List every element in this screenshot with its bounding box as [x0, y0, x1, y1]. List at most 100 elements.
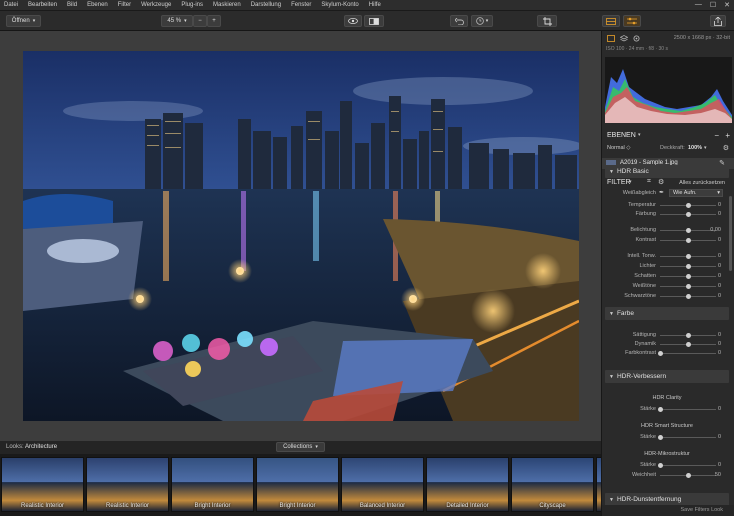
section-hdr-basic[interactable]: ▼ HDR Basic [605, 165, 729, 178]
slider-control[interactable]: Weichheit 50 [605, 471, 729, 480]
zoom-out-button[interactable]: − [193, 15, 207, 27]
slider-knob[interactable] [685, 473, 691, 478]
look-thumbnail[interactable]: Realistic Interior [1, 457, 84, 512]
minimize-button[interactable]: — [695, 1, 702, 9]
blend-mode-select[interactable]: Normal ◇ [607, 145, 631, 151]
slider-knob[interactable] [685, 203, 691, 208]
panel-scrollbar[interactable] [729, 196, 732, 271]
slider-knob[interactable] [685, 342, 691, 347]
hdr-smart-structure-title: HDR Smart Structure [641, 423, 693, 429]
slider-knob[interactable] [685, 274, 691, 279]
maximize-button[interactable]: ☐ [710, 1, 716, 9]
wb-select[interactable]: Wie Aufn. ▾ [669, 189, 723, 197]
filter-title[interactable]: FILTER [607, 179, 631, 186]
slider-control[interactable]: Weißtöne 0 [605, 282, 729, 291]
slider-knob[interactable] [685, 284, 691, 289]
slider-control[interactable]: Kontrast 0 [605, 236, 729, 245]
menu-item-6[interactable]: Plug-ins [181, 2, 203, 8]
slider-label: Intell. Tonw. [627, 253, 656, 259]
slider-knob[interactable] [657, 407, 663, 412]
zoom-in-button[interactable]: + [207, 15, 221, 27]
slider-knob[interactable] [685, 333, 691, 338]
menu-item-5[interactable]: Werkzeuge [141, 2, 171, 8]
slider-track[interactable] [660, 465, 716, 466]
look-thumbnail[interactable]: Bright Interior [171, 457, 254, 512]
chevron-down-icon: ▾ [485, 18, 489, 24]
reset-all-button[interactable]: Alles zurücksetzen [679, 180, 725, 186]
slider-control[interactable]: Schatten 0 [605, 272, 729, 281]
collections-button[interactable]: Collections ▾ [276, 442, 325, 452]
slider-control[interactable]: Belichtung 0,00 [605, 226, 729, 235]
look-thumbnail[interactable]: Realistic Interior [86, 457, 169, 512]
slider-knob[interactable] [657, 351, 663, 356]
preview-eye-button[interactable] [344, 15, 362, 27]
main-photo[interactable] [23, 51, 579, 421]
collapse-triangle-icon: ▼ [609, 168, 614, 175]
slider-value: 0 [717, 253, 721, 259]
open-button[interactable]: Öffnen ▾ [6, 15, 41, 27]
settings-icon[interactable] [633, 35, 640, 42]
slider-track[interactable] [660, 437, 716, 438]
menu-item-11[interactable]: Hilfe [369, 2, 381, 8]
save-filters-look-button[interactable]: Save Filters Look [681, 507, 724, 513]
slider-control[interactable]: Temperatur 0 [605, 201, 729, 210]
section-hdr-verbessern[interactable]: ▼ HDR-Verbessern [605, 370, 729, 383]
remove-layer-button[interactable]: − [714, 131, 719, 140]
look-thumbnail[interactable]: Balanced Interior [341, 457, 424, 512]
menu-item-1[interactable]: Bearbeiten [28, 2, 57, 8]
history-button[interactable]: ▾ [471, 15, 493, 27]
slider-control[interactable]: Farbkontrast 0 [605, 349, 729, 358]
slider-control[interactable]: Sättigung 0 [605, 331, 729, 340]
slider-control[interactable]: Stärke 0 [605, 405, 729, 414]
slider-knob[interactable] [657, 463, 663, 468]
opacity-value[interactable]: 100% [688, 145, 702, 151]
slider-control[interactable]: Stärke 0 [605, 433, 729, 442]
menu-item-3[interactable]: Ebenen [87, 2, 108, 8]
menu-item-4[interactable]: Filter [118, 2, 131, 8]
slider-knob[interactable] [685, 228, 691, 233]
slider-knob[interactable] [685, 294, 691, 299]
close-button[interactable]: ✕ [724, 1, 730, 9]
slider-knob[interactable] [685, 212, 691, 217]
slider-control[interactable]: Schwarztöne 0 [605, 292, 729, 301]
layers-stack-icon[interactable] [620, 35, 628, 42]
slider-knob[interactable] [657, 435, 663, 440]
menu-item-10[interactable]: Skylum-Konto [321, 2, 358, 8]
share-button[interactable] [710, 15, 726, 27]
look-thumbnail[interactable]: Bright Interior [256, 457, 339, 512]
hdr-mikrostruktur-title: HDR-Mikrostruktur [644, 451, 690, 457]
menu-item-8[interactable]: Darstellung [251, 2, 281, 8]
menu-item-0[interactable]: Datei [4, 2, 18, 8]
add-layer-button[interactable]: + [725, 131, 730, 140]
slider-control[interactable]: Lichter 0 [605, 262, 729, 271]
slider-control[interactable]: Stärke 0 [605, 461, 729, 470]
slider-control[interactable]: Intell. Tonw. 0 [605, 252, 729, 261]
slider-control[interactable]: Dynamik 0 [605, 340, 729, 349]
chevron-down-icon: ▾ [704, 145, 707, 151]
look-thumbnail[interactable]: Detailed Interior [426, 457, 509, 512]
menu-item-7[interactable]: Maskieren [213, 2, 241, 8]
eyedropper-icon[interactable]: ✒ [659, 189, 664, 196]
settings-gear-icon[interactable]: ⚙ [658, 178, 664, 186]
slider-control[interactable]: Färbung 0 [605, 210, 729, 219]
mask-icon[interactable]: ⌗ [647, 178, 651, 186]
slider-track[interactable] [660, 353, 716, 354]
layers-view-button[interactable] [602, 15, 620, 27]
slider-track[interactable] [660, 409, 716, 410]
white-balance-control[interactable]: Weißabgleich ✒ Wie Aufn. ▾ [605, 189, 729, 198]
filters-view-button[interactable] [623, 15, 641, 27]
slider-knob[interactable] [685, 238, 691, 243]
slider-knob[interactable] [685, 254, 691, 259]
menu-item-2[interactable]: Bild [67, 2, 77, 8]
zoom-select[interactable]: 45 % ▾ [161, 15, 193, 27]
undo-button[interactable] [450, 15, 468, 27]
crop-button[interactable] [537, 15, 557, 27]
look-thumbnail-label: Balanced Interior [359, 503, 406, 509]
layers-title[interactable]: EBENEN [607, 132, 636, 139]
slider-knob[interactable] [685, 264, 691, 269]
gear-icon[interactable]: ⚙ [723, 144, 729, 152]
menu-item-9[interactable]: Fenster [291, 2, 311, 8]
look-thumbnail[interactable]: Cityscape [511, 457, 594, 512]
section-farbe[interactable]: ▼ Farbe [605, 307, 729, 320]
compare-button[interactable] [364, 15, 384, 27]
